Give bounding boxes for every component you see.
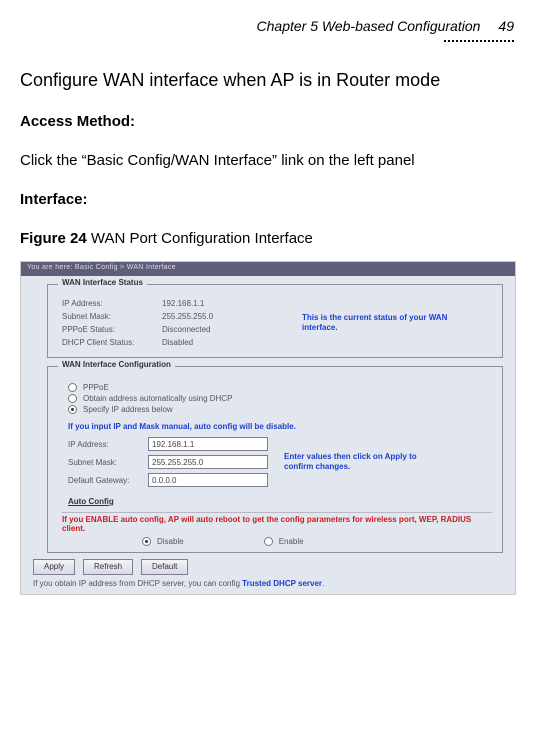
- apply-note: Enter values then click on Apply to conf…: [284, 452, 424, 473]
- breadcrumb: You are here: Basic Config > WAN Interfa…: [21, 262, 515, 276]
- status-dhcp-label: DHCP Client Status:: [62, 338, 162, 347]
- figure-caption: Figure 24 WAN Port Configuration Interfa…: [20, 230, 514, 247]
- radio-icon: [68, 383, 77, 392]
- radio-dhcp-label: Obtain address automatically using DHCP: [83, 394, 232, 403]
- radio-dhcp[interactable]: Obtain address automatically using DHCP: [68, 394, 492, 403]
- access-method-label: Access Method:: [20, 113, 514, 130]
- button-row: Apply Refresh Default: [33, 559, 515, 575]
- status-mask-label: Subnet Mask:: [62, 312, 162, 321]
- figure-screenshot: You are here: Basic Config > WAN Interfa…: [20, 261, 516, 595]
- subnet-mask-label: Subnet Mask:: [68, 458, 148, 467]
- apply-button[interactable]: Apply: [33, 559, 75, 575]
- page-number: 49: [498, 18, 514, 34]
- wan-config-panel: WAN Interface Configuration PPPoE Obtain…: [47, 366, 503, 553]
- auto-enable-label: Enable: [279, 537, 304, 546]
- footnote-text: If you obtain IP address from DHCP serve…: [33, 579, 242, 588]
- radio-pppoe[interactable]: PPPoE: [68, 383, 492, 392]
- status-note: This is the current status of your WAN i…: [302, 313, 452, 334]
- radio-icon: [142, 537, 151, 546]
- auto-enable[interactable]: Enable: [264, 537, 304, 546]
- figure-title: WAN Port Configuration Interface: [87, 230, 313, 247]
- radio-icon: [68, 394, 77, 403]
- page-header: Chapter 5 Web-based Configuration 49: [20, 18, 514, 34]
- status-ip-label: IP Address:: [62, 299, 162, 308]
- status-mask-value: 255.255.255.0: [162, 312, 282, 321]
- interface-label: Interface:: [20, 191, 514, 208]
- default-gateway-label: Default Gateway:: [68, 476, 148, 485]
- wan-status-panel: WAN Interface Status IP Address: 192.168…: [47, 284, 503, 358]
- wan-status-legend: WAN Interface Status: [58, 278, 147, 287]
- radio-static-label: Specify IP address below: [83, 405, 173, 414]
- section-heading: Configure WAN interface when AP is in Ro…: [20, 70, 514, 91]
- auto-disable-label: Disable: [157, 537, 184, 546]
- default-button[interactable]: Default: [141, 559, 188, 575]
- auto-config-warning: If you ENABLE auto config, AP will auto …: [62, 515, 492, 533]
- default-gateway-input[interactable]: [148, 473, 268, 487]
- ip-address-label: IP Address:: [68, 440, 148, 449]
- status-ip-value: 192.168.1.1: [162, 299, 282, 308]
- radio-icon: [68, 405, 77, 414]
- status-pppoe-label: PPPoE Status:: [62, 325, 162, 334]
- status-pppoe-value: Disconnected: [162, 325, 282, 334]
- manual-ip-note: If you input IP and Mask manual, auto co…: [68, 422, 492, 431]
- auto-disable[interactable]: Disable: [142, 537, 184, 546]
- ip-address-input[interactable]: [148, 437, 268, 451]
- chapter-title: Chapter 5 Web-based Configuration: [257, 18, 481, 34]
- header-rule: [20, 40, 514, 42]
- refresh-button[interactable]: Refresh: [83, 559, 133, 575]
- access-method-text: Click the “Basic Config/WAN Interface” l…: [20, 152, 514, 169]
- trusted-dhcp-link[interactable]: Trusted DHCP server: [242, 579, 322, 588]
- wan-config-legend: WAN Interface Configuration: [58, 360, 175, 369]
- auto-config-label: Auto Config: [68, 497, 492, 506]
- subnet-mask-input[interactable]: [148, 455, 268, 469]
- status-dhcp-value: Disabled: [162, 338, 282, 347]
- figure-number: Figure 24: [20, 230, 87, 247]
- radio-static[interactable]: Specify IP address below: [68, 405, 492, 414]
- radio-pppoe-label: PPPoE: [83, 383, 109, 392]
- radio-icon: [264, 537, 273, 546]
- trusted-dhcp-note: If you obtain IP address from DHCP serve…: [33, 579, 515, 588]
